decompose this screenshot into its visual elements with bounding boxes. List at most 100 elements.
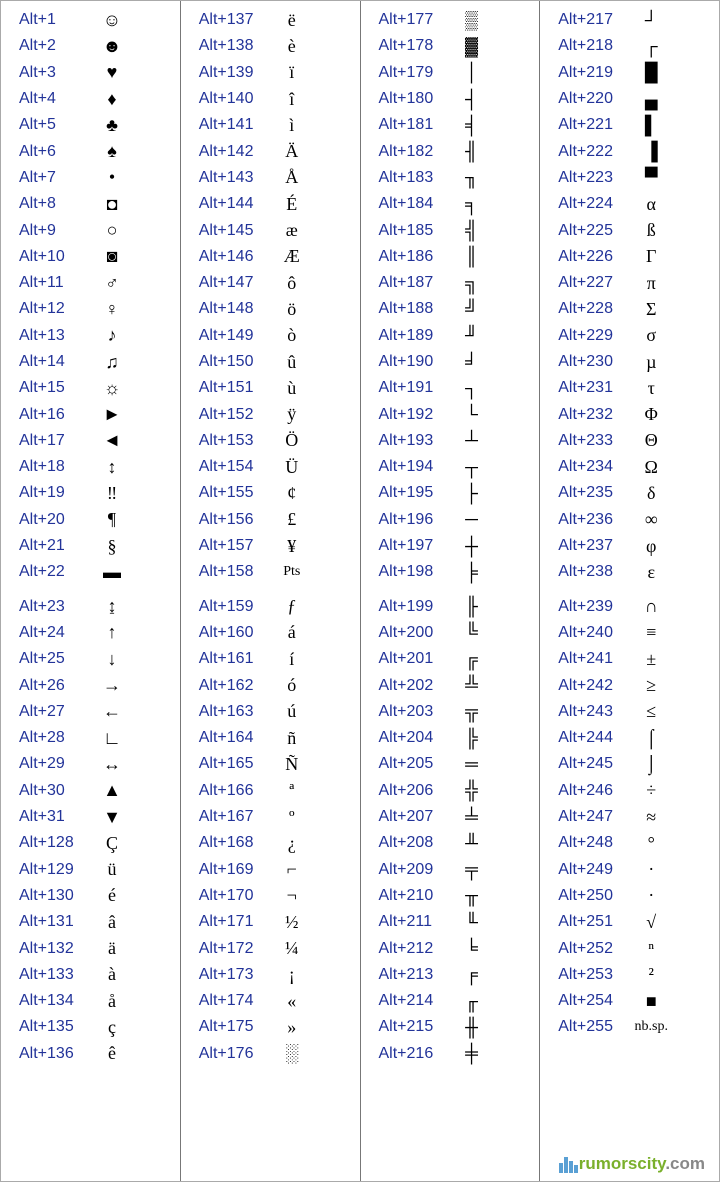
- alt-code-row: Alt+217┘: [540, 7, 719, 33]
- alt-code-row: Alt+16►: [1, 401, 180, 427]
- alt-code-row: Alt+189╜: [361, 323, 540, 349]
- alt-code-label: Alt+239: [558, 598, 626, 616]
- alt-code-symbol: δ: [626, 483, 676, 504]
- alt-code-label: Alt+16: [19, 406, 87, 424]
- alt-code-label: Alt+157: [199, 537, 267, 555]
- alt-code-symbol: Ö: [267, 430, 317, 451]
- alt-code-label: Alt+11: [19, 274, 87, 292]
- alt-code-symbol: ò: [267, 325, 317, 346]
- alt-code-symbol: ♀: [87, 299, 137, 320]
- alt-code-row: Alt+252ⁿ: [540, 935, 719, 961]
- alt-code-symbol: ¶: [87, 509, 137, 530]
- alt-code-label: Alt+146: [199, 248, 267, 266]
- alt-code-row: Alt+30▲: [1, 778, 180, 804]
- alt-code-label: Alt+140: [199, 90, 267, 108]
- alt-code-grid: Alt+1☺Alt+2☻Alt+3♥Alt+4♦Alt+5♣Alt+6♠Alt+…: [1, 1, 719, 1181]
- alt-code-row: Alt+153Ö: [181, 428, 360, 454]
- alt-code-row: Alt+234Ω: [540, 454, 719, 480]
- alt-code-label: Alt+198: [379, 563, 447, 581]
- alt-code-label: Alt+180: [379, 90, 447, 108]
- alt-code-symbol: ┬: [447, 457, 497, 478]
- alt-code-row: Alt+183╖: [361, 165, 540, 191]
- alt-code-label: Alt+228: [558, 300, 626, 318]
- alt-code-label: Alt+181: [379, 116, 447, 134]
- alt-code-symbol: ·: [626, 885, 676, 906]
- alt-code-label: Alt+18: [19, 458, 87, 476]
- alt-code-label: Alt+219: [558, 64, 626, 82]
- alt-code-row: Alt+176░: [181, 1041, 360, 1067]
- alt-code-symbol: ←: [87, 701, 137, 722]
- alt-code-label: Alt+187: [379, 274, 447, 292]
- alt-code-symbol: │: [447, 62, 497, 83]
- alt-code-symbol: ª: [267, 780, 317, 801]
- alt-code-row: Alt+220▄: [540, 86, 719, 112]
- alt-code-symbol: ┼: [447, 536, 497, 557]
- alt-code-label: Alt+27: [19, 703, 87, 721]
- alt-code-symbol: §: [87, 536, 137, 557]
- alt-code-row: Alt+232Φ: [540, 401, 719, 427]
- alt-code-label: Alt+189: [379, 327, 447, 345]
- alt-code-symbol: ►: [87, 404, 137, 425]
- alt-code-label: Alt+4: [19, 90, 87, 108]
- alt-code-row: Alt+5♣: [1, 112, 180, 138]
- alt-code-symbol: ↓: [87, 649, 137, 670]
- alt-code-label: Alt+15: [19, 379, 87, 397]
- alt-code-row: Alt+229σ: [540, 323, 719, 349]
- alt-code-label: Alt+25: [19, 650, 87, 668]
- alt-code-label: Alt+136: [19, 1045, 87, 1063]
- alt-code-label: Alt+211: [379, 913, 447, 931]
- alt-code-label: Alt+10: [19, 248, 87, 266]
- alt-code-label: Alt+252: [558, 940, 626, 958]
- alt-code-label: Alt+253: [558, 966, 626, 984]
- alt-code-symbol: ☼: [87, 378, 137, 399]
- alt-code-label: Alt+245: [558, 755, 626, 773]
- alt-code-symbol: é: [87, 885, 137, 906]
- alt-code-label: Alt+13: [19, 327, 87, 345]
- alt-code-label: Alt+154: [199, 458, 267, 476]
- alt-code-row: Alt+156£: [181, 507, 360, 533]
- alt-code-row: Alt+219█: [540, 60, 719, 86]
- alt-code-row: Alt+202╩: [361, 672, 540, 698]
- alt-code-symbol: ∩: [626, 596, 676, 617]
- alt-code-label: Alt+179: [379, 64, 447, 82]
- alt-code-row: Alt+132ä: [1, 935, 180, 961]
- alt-code-label: Alt+191: [379, 379, 447, 397]
- alt-code-symbol: ‼: [87, 483, 137, 504]
- alt-code-row: Alt+9○: [1, 217, 180, 243]
- alt-code-symbol: ♪: [87, 325, 137, 346]
- alt-code-symbol: nb.sp.: [626, 1019, 676, 1035]
- alt-code-label: Alt+23: [19, 598, 87, 616]
- alt-code-row: Alt+173¡: [181, 962, 360, 988]
- alt-code-row: Alt+131â: [1, 909, 180, 935]
- alt-code-symbol: Σ: [626, 299, 676, 320]
- alt-code-label: Alt+249: [558, 861, 626, 879]
- alt-code-symbol: Ç: [87, 833, 137, 854]
- alt-code-row: Alt+207╧: [361, 804, 540, 830]
- alt-code-label: Alt+128: [19, 834, 87, 852]
- alt-code-symbol: ◘: [87, 194, 137, 215]
- alt-code-symbol: ■: [626, 991, 676, 1012]
- alt-code-row: Alt+138è: [181, 33, 360, 59]
- alt-code-symbol: ♂: [87, 273, 137, 294]
- alt-code-label: Alt+202: [379, 677, 447, 695]
- alt-code-symbol: Γ: [626, 246, 676, 267]
- watermark: rumorscity.com: [559, 1154, 705, 1175]
- alt-code-label: Alt+7: [19, 169, 87, 187]
- alt-code-label: Alt+145: [199, 222, 267, 240]
- alt-code-row: Alt+17◄: [1, 428, 180, 454]
- alt-code-label: Alt+207: [379, 808, 447, 826]
- alt-code-symbol: ¢: [267, 483, 317, 504]
- alt-code-row: Alt+155¢: [181, 480, 360, 506]
- alt-code-row: Alt+187╗: [361, 270, 540, 296]
- alt-code-row: Alt+199╟: [361, 594, 540, 620]
- alt-code-row: Alt+160á: [181, 620, 360, 646]
- alt-code-label: Alt+30: [19, 782, 87, 800]
- alt-code-row: Alt+210╥: [361, 883, 540, 909]
- alt-code-row: Alt+157¥: [181, 533, 360, 559]
- alt-code-row: Alt+231τ: [540, 375, 719, 401]
- alt-code-label: Alt+31: [19, 808, 87, 826]
- alt-code-row: Alt+1☺: [1, 7, 180, 33]
- alt-code-symbol: ╙: [447, 912, 497, 933]
- alt-code-row: Alt+243≤: [540, 699, 719, 725]
- alt-code-row: Alt+233Θ: [540, 428, 719, 454]
